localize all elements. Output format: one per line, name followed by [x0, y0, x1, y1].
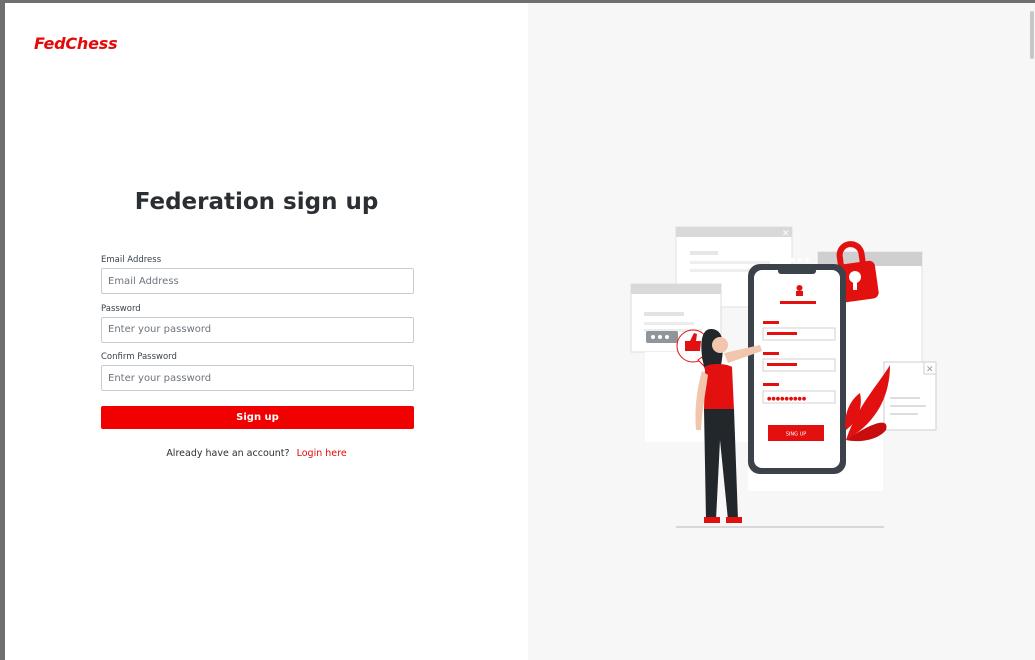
- page-frame: FedChess Federation sign up Email Addres…: [5, 3, 1035, 660]
- browser-window-small: ✕: [883, 361, 937, 431]
- phone-mockup: ●●●●●●●●● SING UP: [748, 258, 846, 474]
- signup-form: Email Address Password Confirm Password: [101, 254, 414, 400]
- signup-illustration: ✕ ✕ ●●●●●●●●● SING UP: [630, 226, 937, 528]
- password-label: Password: [101, 303, 141, 314]
- thumbs-up-icon: [685, 341, 690, 351]
- page-title: Federation sign up: [134, 189, 379, 215]
- password-dots: ●●●●●●●●●: [767, 396, 807, 402]
- close-icon: ✕: [782, 229, 790, 239]
- user-icon: [796, 291, 803, 296]
- confirm-password-label: Confirm Password: [101, 352, 177, 362]
- confirm-password-group: Confirm Password: [101, 351, 414, 400]
- confirm-password-input[interactable]: [101, 365, 414, 391]
- login-prompt: Already have an account? Login here: [5, 448, 508, 459]
- password-group: Password: [101, 303, 414, 352]
- phone-signup-label: SING UP: [786, 432, 807, 438]
- scrollbar-thumb[interactable]: [1030, 11, 1034, 59]
- scrollbar[interactable]: [1029, 3, 1035, 660]
- password-input[interactable]: [101, 316, 414, 343]
- close-icon-small: ✕: [926, 365, 934, 375]
- illustration-panel: ✕ ✕ ●●●●●●●●● SING UP: [528, 3, 1035, 660]
- login-link[interactable]: Login here: [297, 448, 347, 459]
- email-label: Email Address: [101, 255, 162, 265]
- login-prompt-text: Already have an account?: [166, 448, 290, 459]
- email-group: Email Address: [101, 254, 414, 303]
- brand-logo[interactable]: FedChess: [34, 34, 118, 53]
- signup-button[interactable]: Sign up: [101, 406, 414, 429]
- email-input[interactable]: [101, 268, 414, 294]
- signup-panel: FedChess Federation sign up Email Addres…: [5, 3, 528, 660]
